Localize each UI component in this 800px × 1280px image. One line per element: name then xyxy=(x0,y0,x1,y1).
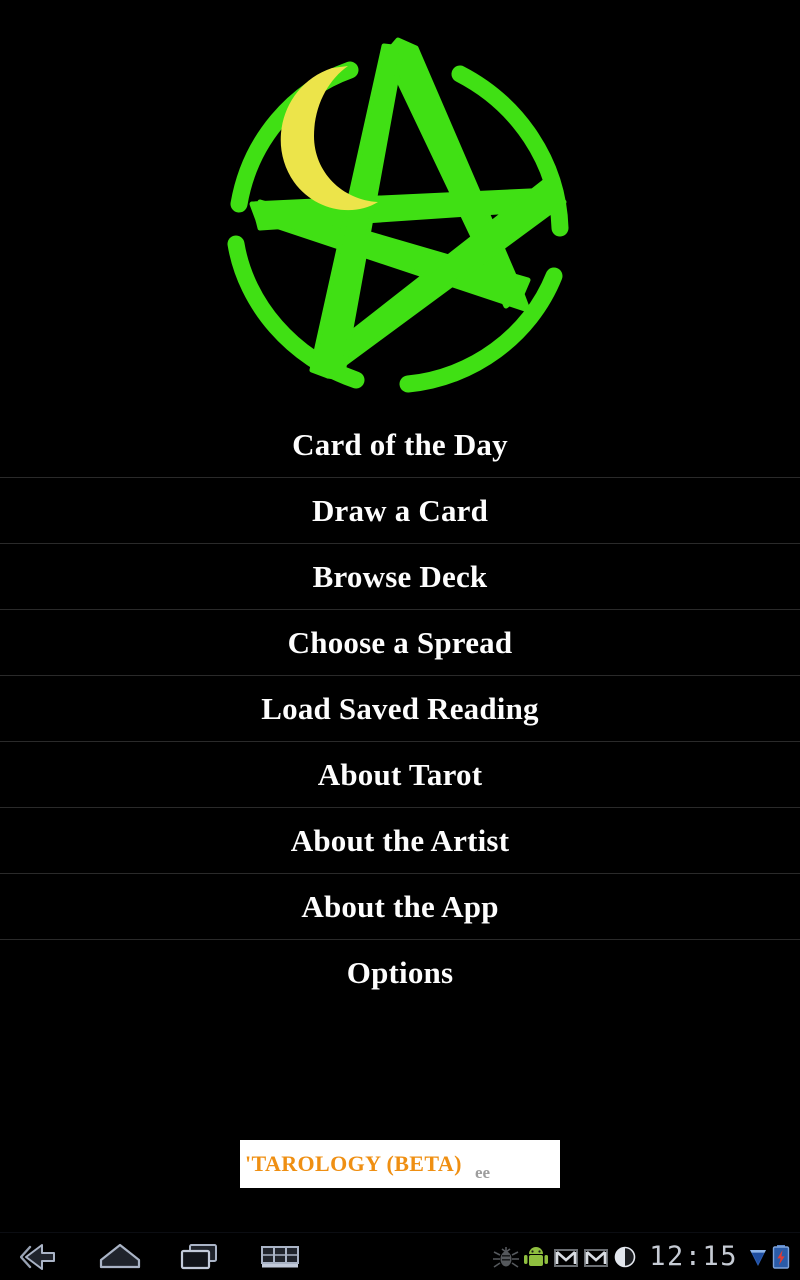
gmail-icon xyxy=(584,1249,609,1267)
recents-icon xyxy=(180,1244,217,1270)
system-navigation-bar: 12:15 xyxy=(0,1232,800,1280)
menu-item-about-tarot[interactable]: About Tarot xyxy=(0,742,800,808)
keyboard-button[interactable] xyxy=(240,1233,320,1280)
usb-debug-icon xyxy=(493,1247,520,1268)
logo-area xyxy=(0,0,800,410)
menu-item-label: About the App xyxy=(301,888,499,924)
menu-item-card-of-the-day[interactable]: Card of the Day xyxy=(0,412,800,478)
back-button[interactable] xyxy=(0,1233,80,1280)
menu-item-options[interactable]: Options xyxy=(0,940,800,1006)
home-button[interactable] xyxy=(80,1233,160,1280)
menu-item-label: Card of the Day xyxy=(292,426,508,462)
half-circle-icon-wrap[interactable] xyxy=(611,1233,639,1280)
keyboard-icon xyxy=(261,1246,299,1268)
menu-item-label: Draw a Card xyxy=(311,492,489,528)
pentagram-logo xyxy=(227,37,569,393)
back-icon xyxy=(20,1244,55,1270)
ad-banner-subtitle: ee xyxy=(475,1163,491,1182)
menu-item-label: About Tarot xyxy=(317,756,483,792)
menu-item-browse-deck[interactable]: Browse Deck xyxy=(0,544,800,610)
menu-item-about-the-app[interactable]: About the App xyxy=(0,874,800,940)
ad-banner[interactable]: 'TAROLOGY (BETA) ee xyxy=(240,1140,560,1188)
download-triangle-icon xyxy=(750,1250,766,1266)
ad-banner-content: 'TAROLOGY (BETA) ee xyxy=(240,1140,560,1188)
usb-debug-icon-wrap[interactable] xyxy=(491,1233,521,1280)
ad-banner-title: 'TAROLOGY (BETA) xyxy=(245,1151,462,1176)
menu-item-label: Browse Deck xyxy=(312,558,488,594)
menu-item-label: Choose a Spread xyxy=(287,624,513,660)
battery-charging-icon-wrap[interactable] xyxy=(770,1233,792,1280)
download-triangle-icon-wrap[interactable] xyxy=(746,1233,770,1280)
menu-item-label: About the Artist xyxy=(290,822,510,858)
menu-item-label: Load Saved Reading xyxy=(261,690,539,726)
half-circle-icon xyxy=(614,1246,636,1268)
menu-item-label: Options xyxy=(346,955,454,990)
status-icon-group: 12:15 xyxy=(491,1233,792,1280)
app-root: Card of the Day Draw a Card Browse Deck … xyxy=(0,0,800,1280)
home-icon xyxy=(99,1243,141,1269)
android-robot-icon-wrap[interactable] xyxy=(521,1233,551,1280)
menu-item-choose-a-spread[interactable]: Choose a Spread xyxy=(0,610,800,676)
recents-button[interactable] xyxy=(160,1233,240,1280)
gmail-icon-wrap-1[interactable] xyxy=(551,1233,581,1280)
battery-charging-icon xyxy=(772,1245,790,1269)
main-menu: Card of the Day Draw a Card Browse Deck … xyxy=(0,412,800,1006)
nav-button-group xyxy=(0,1233,320,1280)
menu-item-draw-a-card[interactable]: Draw a Card xyxy=(0,478,800,544)
menu-item-load-saved-reading[interactable]: Load Saved Reading xyxy=(0,676,800,742)
status-clock: 12:15 xyxy=(649,1241,738,1272)
gmail-icon xyxy=(554,1249,579,1267)
gmail-icon-wrap-2[interactable] xyxy=(581,1233,611,1280)
menu-item-about-the-artist[interactable]: About the Artist xyxy=(0,808,800,874)
android-robot-icon xyxy=(524,1247,549,1266)
